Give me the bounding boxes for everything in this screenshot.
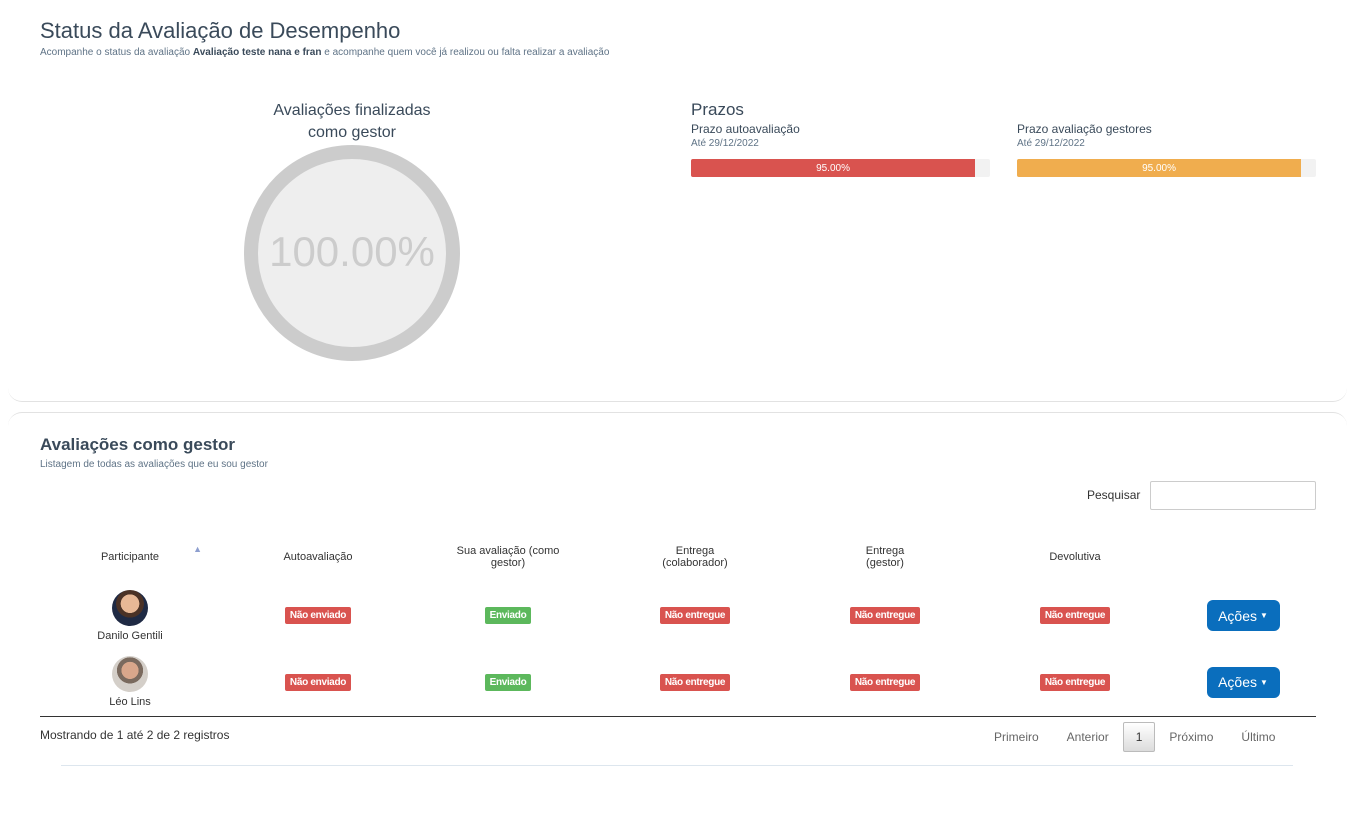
table-row: Léo Lins Não enviado Enviado Não entregu… [40,649,1316,717]
caret-down-icon: ▼ [1260,611,1268,620]
page-title: Status da Avaliação de Desempenho [40,18,401,43]
avatar [112,656,148,693]
participant-name: Danilo Gentili [97,629,163,642]
deadline-manager-evaluation: Prazo avaliação gestores Até 29/12/2022 … [1017,122,1317,177]
table-info: Mostrando de 1 até 2 de 2 registros [40,728,230,742]
status-badge: Enviado [484,607,532,624]
pager-current-page[interactable]: 1 [1122,722,1156,752]
column-autoavaliacao[interactable]: Autoavaliação [220,532,416,582]
column-sua-avaliacao[interactable]: Sua avaliação (como gestor) [416,532,600,582]
page-subtitle: Acompanhe o status da avaliação Avaliaçã… [40,47,610,58]
status-badge: Não enviado [284,607,352,624]
column-actions [1170,532,1316,582]
search-label: Pesquisar [1087,488,1141,502]
deadline-date: Até 29/12/2022 [691,138,759,149]
evaluations-table: Participante ▲ Autoavaliação Sua avaliaçã… [40,532,1316,717]
status-badge: Não entregue [849,607,921,624]
progress-bar-fill: 95.00% [691,159,976,177]
evaluation-name: Avaliação teste nana e fran [192,47,322,58]
column-participante[interactable]: Participante ▲ [40,532,220,582]
column-entrega-gestor[interactable]: Entrega (gestor) [790,532,980,582]
status-badge: Enviado [484,673,532,691]
deadline-self-evaluation: Prazo autoavaliação Até 29/12/2022 95.00… [691,122,991,177]
actions-button[interactable]: Ações ▼ [1206,666,1280,698]
progress-bar-fill: 95.00% [1017,159,1302,177]
caret-down-icon: ▼ [1260,677,1268,687]
status-badge: Não entregue [659,673,731,691]
pager-first[interactable]: Primeiro [980,722,1053,752]
participant-name: Léo Lins [109,696,151,709]
table-header-row: Participante ▲ Autoavaliação Sua avaliaçã… [40,532,1316,582]
deadlines-title: Prazos [691,100,744,119]
status-card [8,0,1347,402]
deadline-label: Prazo avaliação gestores [1017,122,1152,136]
status-badge: Não entregue [1039,607,1111,624]
avatar [112,589,148,626]
column-entrega-colaborador[interactable]: Entrega (colaborador) [600,532,790,582]
section-title: Avaliações como gestor [40,435,235,454]
actions-button[interactable]: Ações ▼ [1206,600,1280,631]
table-row: Danilo Gentili Não enviado Enviado Não e… [40,582,1316,649]
participant-cell: Danilo Gentili [40,582,220,649]
pager-next[interactable]: Próximo [1155,722,1227,752]
deadline-date: Até 29/12/2022 [1017,138,1085,149]
sort-asc-icon: ▲ [193,544,202,554]
status-badge: Não entregue [1039,673,1111,691]
status-badge: Não enviado [284,673,352,691]
divider [61,765,1293,766]
column-devolutiva[interactable]: Devolutiva [980,532,1170,582]
section-subtitle: Listagem de todas as avaliações que eu s… [40,459,268,470]
pagination: Primeiro Anterior 1 Próximo Último [980,722,1289,752]
donut-value: 100.00% [269,228,435,275]
participant-cell: Léo Lins [40,649,220,717]
pager-last[interactable]: Último [1227,722,1289,752]
pager-previous[interactable]: Anterior [1053,722,1123,752]
search-input[interactable] [1150,481,1316,510]
progress-bar: 95.00% [691,159,990,177]
status-badge: Não entregue [659,607,731,624]
status-badge: Não entregue [849,673,921,691]
donut-title: Avaliações finalizadas como gestor [273,102,431,141]
deadline-label: Prazo autoavaliação [691,122,800,136]
progress-bar: 95.00% [1017,159,1316,177]
